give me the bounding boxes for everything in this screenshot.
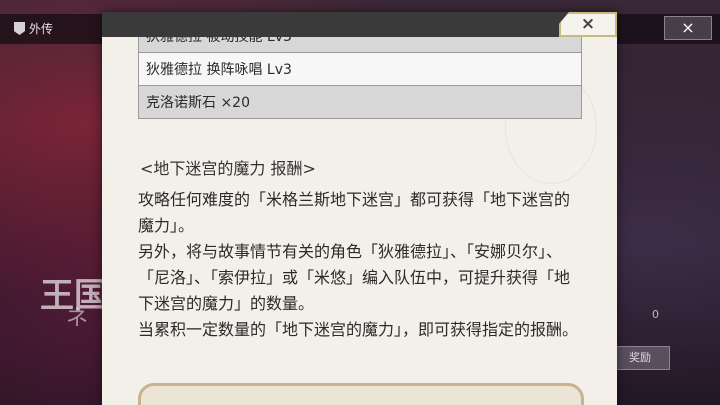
background-tab[interactable]: 外传 bbox=[14, 20, 53, 37]
reward-table: 狄雅德拉 被动技能 Lv3 狄雅德拉 换阵咏唱 Lv3 克洛诺斯石 ×20 bbox=[138, 37, 582, 119]
reward-cell: 狄雅德拉 换阵咏唱 Lv3 bbox=[138, 52, 582, 86]
background-close-button[interactable]: × bbox=[664, 16, 712, 40]
table-row: 克洛诺斯石 ×20 bbox=[138, 85, 582, 119]
description: 攻略任何难度的「米格兰斯地下迷宫」都可获得「地下迷宫的魔力」。 另外，将与故事情… bbox=[138, 187, 578, 343]
description-paragraph: 攻略任何难度的「米格兰斯地下迷宫」都可获得「地下迷宫的魔力」。 bbox=[138, 190, 571, 235]
info-dialog: × 狄雅德拉 被动技能 Lv3 狄雅德拉 换阵咏唱 Lv3 克洛诺斯石 ×20 … bbox=[102, 12, 617, 405]
shield-icon bbox=[14, 22, 25, 35]
background-subtitle: ネ bbox=[66, 306, 89, 331]
table-row: 狄雅德拉 被动技能 Lv3 bbox=[138, 37, 582, 53]
dialog-close-button[interactable]: × bbox=[559, 12, 617, 37]
description-paragraph: 当累积一定数量的「地下迷宫的魔力」，即可获得指定的报酬。 bbox=[138, 320, 579, 339]
description-paragraph: 另外，将与故事情节有关的角色「狄雅德拉」、「安娜贝尔」、「尼洛」、「索伊拉」或「… bbox=[138, 242, 571, 313]
dialog-scroll-area[interactable]: 狄雅德拉 被动技能 Lv3 狄雅德拉 换阵咏唱 Lv3 克洛诺斯石 ×20 <地… bbox=[102, 37, 617, 405]
reward-cell: 狄雅德拉 被动技能 Lv3 bbox=[138, 37, 582, 53]
background-count: 0 bbox=[652, 308, 659, 321]
table-row: 狄雅德拉 换阵咏唱 Lv3 bbox=[138, 52, 582, 86]
dialog-bottom-button[interactable] bbox=[138, 383, 584, 405]
background-reward-button[interactable]: 奖励 bbox=[610, 346, 670, 370]
section-title: <地下迷宫的魔力 报酬> bbox=[140, 159, 316, 178]
close-icon: × bbox=[580, 14, 596, 34]
background-tab-label: 外传 bbox=[29, 22, 54, 36]
reward-cell: 克洛诺斯石 ×20 bbox=[138, 85, 582, 119]
dialog-header bbox=[102, 12, 617, 37]
